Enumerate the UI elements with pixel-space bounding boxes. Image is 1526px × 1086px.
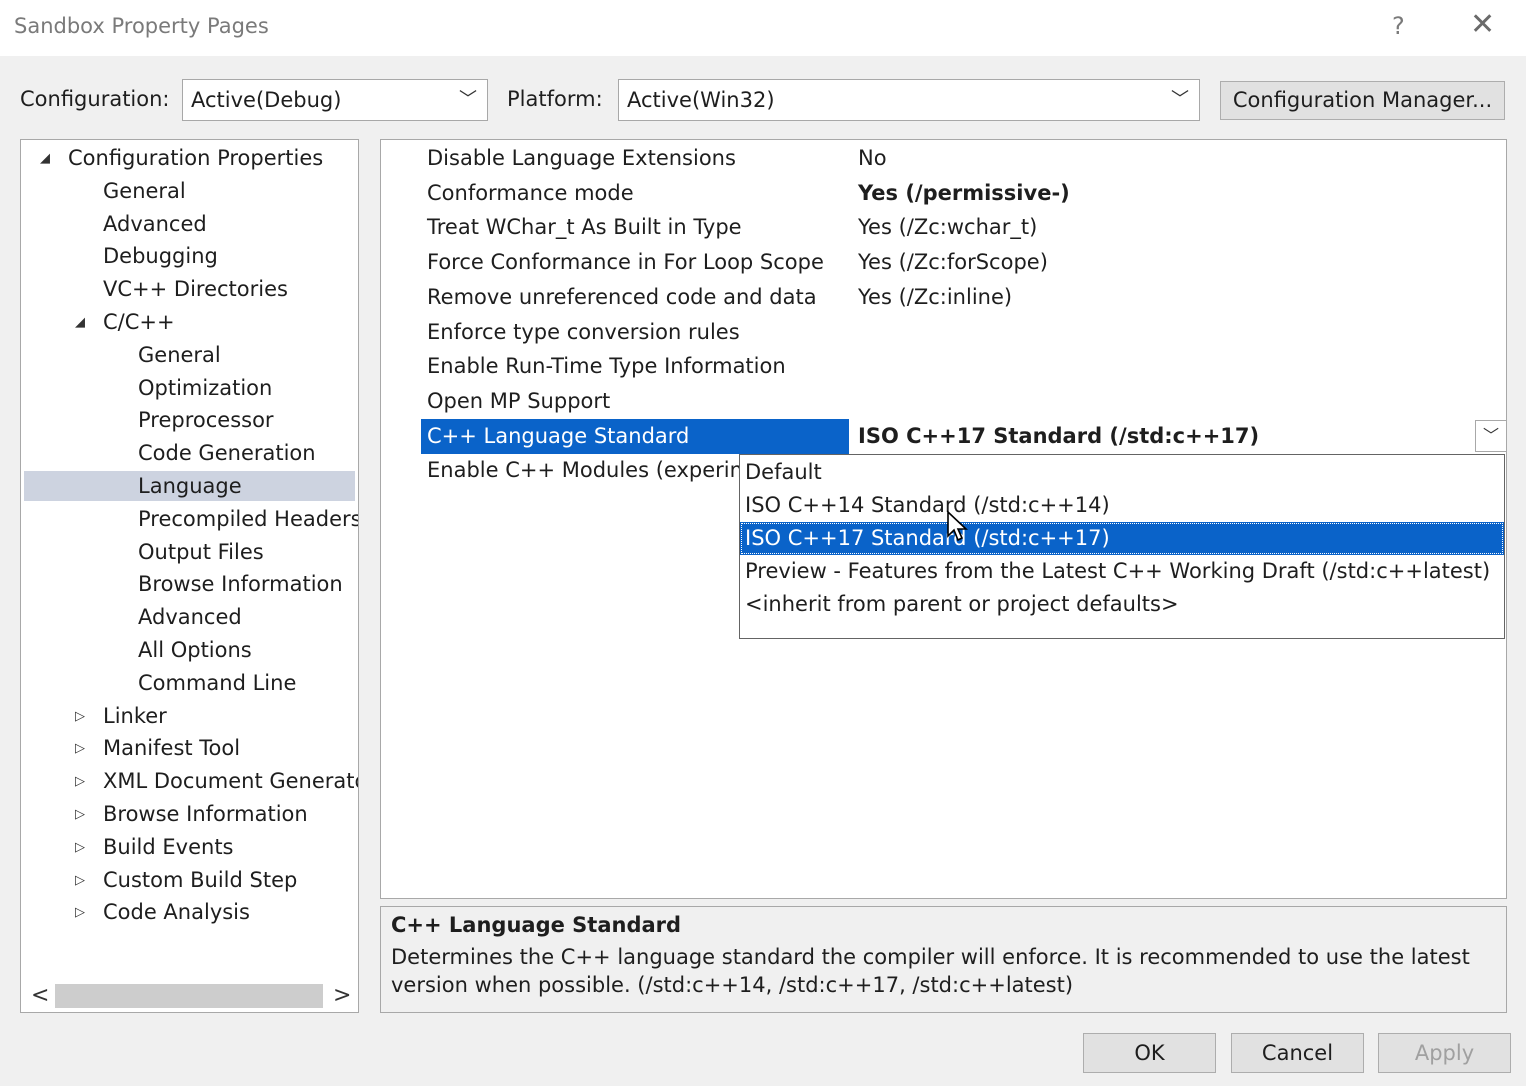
ok-button[interactable]: OK — [1083, 1033, 1216, 1073]
description-title: C++ Language Standard — [391, 913, 682, 937]
tree-item-label: Code Analysis — [103, 900, 250, 925]
tree-item-label: General — [103, 178, 186, 203]
tree-item-label: VC++ Directories — [103, 277, 288, 302]
tree-item-label: Custom Build Step — [103, 867, 298, 892]
horizontal-scrollbar[interactable]: < > — [21, 980, 358, 1012]
description-panel: C++ Language Standard Determines the C++… — [380, 906, 1507, 1013]
property-value: Yes (/permissive-) — [858, 180, 1070, 205]
collapsed-triangle-icon[interactable]: ▷ — [75, 840, 85, 855]
platform-value: Active(Win32) — [627, 88, 775, 112]
mouse-cursor-icon — [947, 510, 968, 542]
tree-item-label: Linker — [103, 703, 167, 728]
help-icon[interactable]: ? — [1392, 12, 1405, 40]
language-standard-dropdown-list[interactable]: Default ISO C++14 Standard (/std:c++14) IS… — [739, 454, 1505, 639]
tree-item-label: Output Files — [138, 539, 264, 564]
configuration-label: Configuration: — [20, 87, 170, 111]
tree-item-label: XML Document Generator — [103, 769, 359, 794]
tree-item-label: Debugging — [103, 244, 218, 269]
expanded-triangle-icon[interactable]: ◢ — [75, 315, 85, 330]
tree-item-label: Code Generation — [138, 441, 316, 466]
tree-item-label: Preprocessor — [138, 408, 274, 433]
property-row[interactable]: C++ Language Standard ISO C++17 Standard … — [381, 418, 1506, 454]
property-name: Enable Run-Time Type Information — [427, 354, 786, 379]
dropdown-option[interactable]: Preview - Features from the Latest C++ W… — [740, 555, 1504, 588]
property-name: Conformance mode — [427, 180, 634, 205]
tree-item-label: Build Events — [103, 834, 234, 859]
configuration-value: Active(Debug) — [191, 88, 342, 112]
property-name: Treat WChar_t As Built in Type — [427, 215, 742, 240]
platform-label: Platform: — [507, 87, 603, 111]
tree-item-label: Manifest Tool — [103, 736, 241, 761]
collapsed-triangle-icon[interactable]: ▷ — [75, 774, 85, 789]
property-row[interactable]: Disable Language Extensions No — [381, 141, 1506, 176]
dropdown-option[interactable]: ISO C++14 Standard (/std:c++14) — [740, 489, 1504, 522]
description-text: Determines the C++ language standard the… — [391, 945, 1470, 997]
property-value: Yes (/Zc:inline) — [858, 284, 1013, 309]
tree-item[interactable]: Language — [24, 471, 355, 501]
property-name: Remove unreferenced code and data — [427, 284, 817, 309]
collapsed-triangle-icon[interactable]: ▷ — [75, 807, 85, 822]
property-name: Enforce type conversion rules — [427, 319, 740, 344]
tree-item-label: Advanced — [103, 211, 207, 236]
property-row[interactable]: Enable Run-Time Type Information — [381, 349, 1506, 384]
property-row[interactable]: Remove unreferenced code and data Yes (/Z… — [381, 280, 1506, 315]
apply-button[interactable]: Apply — [1378, 1033, 1511, 1073]
property-row[interactable]: Treat WChar_t As Built in Type Yes (/Zc:w… — [381, 210, 1506, 245]
tree-item-label: Optimization — [138, 375, 273, 400]
collapsed-triangle-icon[interactable]: ▷ — [75, 873, 85, 888]
chevron-down-icon: ﹀ — [459, 89, 477, 110]
property-row[interactable]: Open MP Support — [381, 384, 1506, 419]
close-icon[interactable]: ✕ — [1470, 10, 1495, 40]
property-row[interactable]: Conformance mode Yes (/permissive-) — [381, 176, 1506, 211]
cancel-button[interactable]: Cancel — [1231, 1033, 1364, 1073]
property-tree[interactable]: Configuration Properties ◢ General Advanced… — [20, 139, 359, 1013]
property-name: Enable C++ Modules (experimer — [427, 458, 772, 483]
tree-item-label: Configuration Properties — [68, 146, 324, 170]
scroll-left-icon[interactable]: < — [31, 980, 49, 1012]
chevron-down-icon[interactable]: ﹀ — [1475, 420, 1506, 452]
property-value: No — [858, 146, 887, 170]
collapsed-triangle-icon[interactable]: ▷ — [75, 741, 85, 756]
scrollbar-thumb[interactable] — [55, 984, 323, 1008]
scroll-right-icon[interactable]: > — [333, 980, 351, 1012]
collapsed-triangle-icon[interactable]: ▷ — [75, 905, 85, 920]
dropdown-option[interactable]: Default — [740, 456, 1504, 489]
property-row[interactable]: Enforce type conversion rules — [381, 315, 1506, 350]
tree-item-label: Precompiled Headers — [138, 506, 359, 531]
property-row[interactable]: Force Conformance in For Loop Scope Yes (… — [381, 245, 1506, 280]
property-value: Yes (/Zc:wchar_t) — [858, 215, 1038, 240]
collapsed-triangle-icon[interactable]: ▷ — [75, 709, 85, 724]
property-name: C++ Language Standard — [421, 418, 849, 454]
property-name: Disable Language Extensions — [427, 146, 736, 170]
property-value[interactable]: ISO C++17 Standard (/std:c++17) — [858, 419, 1259, 454]
chevron-down-icon: ﹀ — [1171, 89, 1189, 110]
property-name: Open MP Support — [427, 388, 611, 413]
tree-item-label: Command Line — [138, 670, 297, 695]
tree-item-label: Advanced — [138, 605, 242, 630]
platform-dropdown[interactable]: Active(Win32) ﹀ — [618, 79, 1200, 121]
property-value: Yes (/Zc:forScope) — [858, 250, 1048, 275]
tree-item-label: Language — [138, 474, 242, 498]
expanded-triangle-icon[interactable]: ◢ — [40, 151, 50, 166]
tree-item-label: General — [138, 342, 221, 367]
tree-item-label: Browse Information — [138, 572, 343, 597]
window-title: Sandbox Property Pages — [14, 14, 269, 38]
tree-item-label: All Options — [138, 638, 252, 662]
dropdown-option[interactable]: ISO C++17 Standard (/std:c++17) — [740, 522, 1504, 555]
dropdown-option[interactable]: <inherit from parent or project defaults… — [740, 588, 1504, 621]
property-name: Force Conformance in For Loop Scope — [427, 250, 824, 275]
tree-item-label: C/C++ — [103, 310, 175, 334]
configuration-manager-button[interactable]: Configuration Manager... — [1220, 81, 1505, 120]
configuration-dropdown[interactable]: Active(Debug) ﹀ — [182, 79, 488, 121]
tree-item-label: Browse Information — [103, 802, 308, 826]
